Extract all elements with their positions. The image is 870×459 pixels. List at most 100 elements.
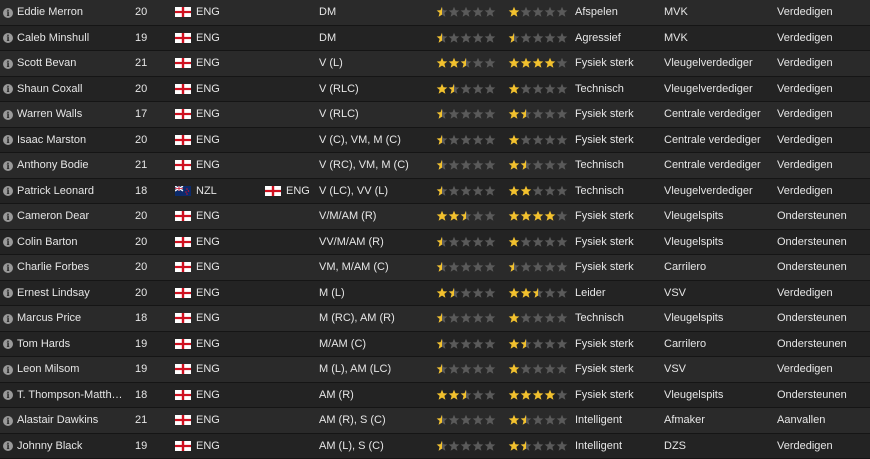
potential-star-icon	[532, 6, 544, 18]
player-age: 18	[135, 179, 159, 204]
player-name[interactable]: Anthony Bodie	[17, 153, 132, 178]
table-row[interactable]: i Caleb Minshull 19 ENG DM Agressief MVK…	[0, 26, 870, 52]
player-duty: Ondersteunen	[777, 306, 869, 331]
potential-star-icon	[544, 312, 556, 324]
player-age: 17	[135, 102, 159, 127]
player-name[interactable]: Marcus Price	[17, 306, 132, 331]
potential-ability-stars	[508, 102, 570, 127]
info-icon[interactable]: i	[3, 33, 13, 43]
second-nationality	[265, 255, 315, 280]
potential-star-icon	[532, 185, 544, 197]
current-ability-stars	[436, 77, 498, 102]
info-icon[interactable]: i	[3, 84, 13, 94]
player-duty: Verdedigen	[777, 153, 869, 178]
player-duty: Verdedigen	[777, 179, 869, 204]
potential-star-icon	[532, 389, 544, 401]
table-row[interactable]: i Isaac Marston 20 ENG V (C), VM, M (C) …	[0, 128, 870, 154]
table-row[interactable]: i Tom Hards 19 ENG M/AM (C) Fysiek sterk…	[0, 332, 870, 358]
table-row[interactable]: i Colin Barton 20 ENG VV/M/AM (R) Fysiek…	[0, 230, 870, 256]
potential-star-icon	[556, 312, 568, 324]
personality: Intelligent	[575, 434, 661, 459]
potential-star-icon	[544, 6, 556, 18]
table-row[interactable]: i Eddie Merron 20 ENG DM Afspelen MVK Ve…	[0, 0, 870, 26]
player-duty: Ondersteunen	[777, 204, 869, 229]
ability-star-icon	[448, 363, 460, 375]
ability-star-icon	[484, 159, 496, 171]
player-name[interactable]: Patrick Leonard	[17, 179, 132, 204]
potential-star-icon	[544, 83, 556, 95]
table-row[interactable]: i Alastair Dawkins 21 ENG AM (R), S (C) …	[0, 408, 870, 434]
player-role: DZS	[664, 434, 774, 459]
player-name[interactable]: T. Thompson-Matth…	[17, 383, 132, 408]
player-name[interactable]: Tom Hards	[17, 332, 132, 357]
table-row[interactable]: i Patrick Leonard 18 NZL ENG V (LC), VV …	[0, 179, 870, 205]
table-row[interactable]: i Ernest Lindsay 20 ENG M (L) Leider VSV…	[0, 281, 870, 307]
current-ability-stars	[436, 26, 498, 51]
player-name[interactable]: Ernest Lindsay	[17, 281, 132, 306]
info-icon[interactable]: i	[3, 441, 13, 451]
table-row[interactable]: i Leon Milsom 19 ENG M (L), AM (LC) Fysi…	[0, 357, 870, 383]
ability-star-icon	[460, 6, 472, 18]
info-icon[interactable]: i	[3, 110, 13, 120]
personality: Agressief	[575, 26, 661, 51]
info-icon[interactable]: i	[3, 212, 13, 222]
ability-star-icon	[436, 312, 448, 324]
second-nationality	[265, 357, 315, 382]
potential-ability-stars	[508, 408, 570, 433]
player-name[interactable]: Caleb Minshull	[17, 26, 132, 51]
info-icon[interactable]: i	[3, 135, 13, 145]
table-row[interactable]: i Warren Walls 17 ENG V (RLC) Fysiek ste…	[0, 102, 870, 128]
player-name[interactable]: Warren Walls	[17, 102, 132, 127]
personality: Technisch	[575, 153, 661, 178]
info-icon[interactable]: i	[3, 365, 13, 375]
table-row[interactable]: i Shaun Coxall 20 ENG V (RLC) Technisch …	[0, 77, 870, 103]
table-row[interactable]: i Anthony Bodie 21 ENG V (RC), VM, M (C)…	[0, 153, 870, 179]
player-role: Vleugelspits	[664, 204, 774, 229]
info-icon[interactable]: i	[3, 390, 13, 400]
info-icon[interactable]: i	[3, 8, 13, 18]
info-icon[interactable]: i	[3, 339, 13, 349]
ability-star-icon	[472, 389, 484, 401]
info-icon[interactable]: i	[3, 237, 13, 247]
player-name[interactable]: Charlie Forbes	[17, 255, 132, 280]
info-icon[interactable]: i	[3, 59, 13, 69]
info-icon[interactable]: i	[3, 288, 13, 298]
nationality-code: ENG	[196, 83, 220, 95]
ability-star-icon	[484, 312, 496, 324]
player-name[interactable]: Leon Milsom	[17, 357, 132, 382]
player-name[interactable]: Shaun Coxall	[17, 77, 132, 102]
nationality: ENG	[175, 255, 235, 280]
potential-star-icon	[508, 83, 520, 95]
ability-star-icon	[484, 287, 496, 299]
ability-star-icon	[460, 210, 472, 222]
potential-ability-stars	[508, 255, 570, 280]
table-row[interactable]: i Johnny Black 19 ENG AM (L), S (C) Inte…	[0, 434, 870, 459]
info-icon[interactable]: i	[3, 263, 13, 273]
player-name[interactable]: Isaac Marston	[17, 128, 132, 153]
player-name[interactable]: Eddie Merron	[17, 0, 132, 25]
player-position: M (L)	[319, 281, 431, 306]
potential-star-icon	[544, 338, 556, 350]
info-icon[interactable]: i	[3, 161, 13, 171]
player-name[interactable]: Alastair Dawkins	[17, 408, 132, 433]
table-row[interactable]: i Scott Bevan 21 ENG V (L) Fysiek sterk …	[0, 51, 870, 77]
potential-star-icon	[520, 134, 532, 146]
potential-star-icon	[544, 32, 556, 44]
info-icon[interactable]: i	[3, 186, 13, 196]
ability-star-icon	[484, 185, 496, 197]
player-name[interactable]: Colin Barton	[17, 230, 132, 255]
nationality: ENG	[175, 51, 235, 76]
player-name[interactable]: Johnny Black	[17, 434, 132, 459]
player-name[interactable]: Cameron Dear	[17, 204, 132, 229]
player-name[interactable]: Scott Bevan	[17, 51, 132, 76]
potential-star-icon	[544, 261, 556, 273]
personality: Afspelen	[575, 0, 661, 25]
info-icon[interactable]: i	[3, 314, 13, 324]
info-icon[interactable]: i	[3, 416, 13, 426]
table-row[interactable]: i Charlie Forbes 20 ENG VM, M/AM (C) Fys…	[0, 255, 870, 281]
table-row[interactable]: i Marcus Price 18 ENG M (RC), AM (R) Tec…	[0, 306, 870, 332]
table-row[interactable]: i Cameron Dear 20 ENG V/M/AM (R) Fysiek …	[0, 204, 870, 230]
table-row[interactable]: i T. Thompson-Matth… 18 ENG AM (R) Fysie…	[0, 383, 870, 409]
player-duty: Verdedigen	[777, 357, 869, 382]
potential-ability-stars	[508, 383, 570, 408]
